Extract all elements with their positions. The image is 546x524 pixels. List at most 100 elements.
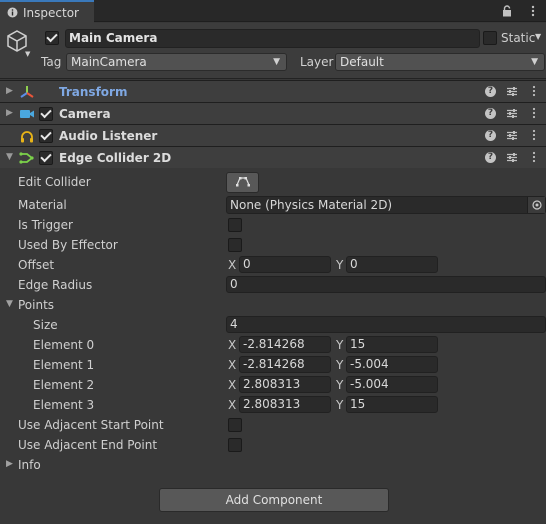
element-x-field[interactable]: -2.814268	[239, 356, 331, 373]
tag-dropdown[interactable]: MainCamera ▼	[66, 53, 287, 71]
component-camera[interactable]: ▶ Camera ?	[0, 102, 546, 124]
help-icon[interactable]: ?	[485, 85, 496, 97]
element-y-field[interactable]: 15	[346, 336, 438, 353]
material-object-field[interactable]: None (Physics Material 2D)	[226, 196, 546, 214]
size-row: Size 4	[0, 315, 546, 335]
component-title: Audio Listener	[59, 129, 158, 143]
element-x-field[interactable]: 2.808313	[239, 376, 331, 393]
presets-icon[interactable]	[506, 84, 518, 98]
adjacent-start-label: Use Adjacent Start Point	[18, 418, 164, 432]
foldout-expanded-icon[interactable]: ▼	[6, 152, 13, 162]
adjacent-end-label: Use Adjacent End Point	[18, 438, 158, 452]
foldout-collapsed-icon[interactable]: ▶	[6, 459, 13, 469]
component-title: Transform	[59, 85, 128, 99]
edge-collider-enabled-checkbox[interactable]	[39, 151, 53, 165]
y-axis-label: Y	[336, 258, 344, 272]
used-by-effector-label: Used By Effector	[18, 238, 118, 252]
kebab-menu-icon[interactable]	[528, 128, 540, 142]
element-y-field[interactable]: 15	[346, 396, 438, 413]
foldout-collapsed-icon[interactable]: ▶	[6, 108, 13, 118]
edge-radius-label: Edge Radius	[18, 278, 93, 292]
layer-value: Default	[340, 55, 384, 69]
kebab-menu-icon[interactable]	[526, 3, 540, 19]
camera-icon	[19, 107, 35, 121]
element-y-field[interactable]: -5.004	[346, 356, 438, 373]
y-axis-label: Y	[336, 398, 344, 412]
presets-icon[interactable]	[506, 150, 518, 164]
presets-icon[interactable]	[506, 106, 518, 120]
element-label: Element 2	[33, 378, 95, 392]
edge-collider-icon	[19, 151, 35, 165]
lock-icon[interactable]	[500, 3, 514, 19]
material-label: Material	[18, 198, 67, 212]
tab-title: Inspector	[23, 5, 79, 20]
info-foldout[interactable]: ▶ Info	[0, 455, 546, 475]
y-axis-label: Y	[336, 378, 344, 392]
element-row: Element 2 X 2.808313 Y -5.004	[0, 375, 546, 395]
adjacent-end-row: Use Adjacent End Point	[0, 435, 546, 455]
element-row: Element 0 X -2.814268 Y 15	[0, 335, 546, 355]
element-label: Element 0	[33, 338, 95, 352]
kebab-menu-icon[interactable]	[528, 84, 540, 98]
layer-dropdown[interactable]: Default ▼	[335, 53, 545, 71]
kebab-menu-icon[interactable]	[528, 150, 540, 164]
object-picker-icon[interactable]	[527, 197, 545, 213]
headphones-icon	[19, 129, 35, 143]
offset-row: Offset X 0 Y 0	[0, 255, 546, 275]
size-label: Size	[33, 318, 58, 332]
component-transform[interactable]: ▶ Transform ?	[0, 80, 546, 102]
y-axis-label: Y	[336, 338, 344, 352]
foldout-expanded-icon[interactable]: ▼	[6, 299, 13, 309]
element-x-field[interactable]: 2.808313	[239, 396, 331, 413]
tab-inspector[interactable]: Inspector	[0, 0, 94, 23]
tag-label: Tag	[41, 55, 62, 69]
x-axis-label: X	[228, 358, 237, 372]
element-label: Element 3	[33, 398, 95, 412]
camera-enabled-checkbox[interactable]	[39, 107, 53, 121]
active-checkbox[interactable]	[45, 31, 59, 45]
presets-icon[interactable]	[506, 128, 518, 142]
component-audio-listener[interactable]: Audio Listener ?	[0, 124, 546, 146]
edge-radius-row: Edge Radius 0	[0, 275, 546, 295]
element-label: Element 1	[33, 358, 95, 372]
chevron-down-icon: ▼	[531, 57, 538, 67]
info-label: Info	[18, 458, 41, 472]
component-edge-collider-2d[interactable]: ▼ Edge Collider 2D ?	[0, 146, 546, 168]
static-checkbox[interactable]	[483, 31, 497, 45]
is-trigger-checkbox[interactable]	[228, 218, 242, 232]
edge-radius-field[interactable]: 0	[226, 276, 546, 293]
adjacent-start-checkbox[interactable]	[228, 418, 242, 432]
offset-y-field[interactable]: 0	[346, 256, 438, 273]
icon-dropdown-caret-icon[interactable]: ▼	[25, 50, 30, 58]
foldout-collapsed-icon[interactable]: ▶	[6, 86, 13, 96]
used-by-effector-checkbox[interactable]	[228, 238, 242, 252]
static-label: Static	[501, 31, 536, 45]
size-field[interactable]: 4	[226, 316, 546, 333]
element-row: Element 1 X -2.814268 Y -5.004	[0, 355, 546, 375]
gameobject-name-field[interactable]: Main Camera	[65, 29, 480, 48]
edit-collider-label: Edit Collider	[18, 175, 91, 189]
element-y-field[interactable]: -5.004	[346, 376, 438, 393]
audio-listener-enabled-checkbox[interactable]	[39, 129, 53, 143]
edit-collider-button[interactable]	[226, 172, 259, 193]
edit-collider-icon	[235, 175, 251, 190]
x-axis-label: X	[228, 258, 237, 272]
layer-label: Layer	[300, 55, 334, 69]
points-foldout[interactable]: ▼ Points	[0, 295, 546, 315]
element-x-field[interactable]: -2.814268	[239, 336, 331, 353]
element-row: Element 3 X 2.808313 Y 15	[0, 395, 546, 415]
help-icon[interactable]: ?	[485, 151, 496, 163]
help-icon[interactable]: ?	[485, 107, 496, 119]
offset-x-field[interactable]: 0	[239, 256, 331, 273]
adjacent-end-checkbox[interactable]	[228, 438, 242, 452]
component-title: Edge Collider 2D	[59, 151, 172, 165]
material-value: None (Physics Material 2D)	[230, 198, 393, 212]
is-trigger-label: Is Trigger	[18, 218, 73, 232]
kebab-menu-icon[interactable]	[528, 106, 540, 120]
help-icon[interactable]: ?	[485, 129, 496, 141]
offset-label: Offset	[18, 258, 55, 272]
add-component-button[interactable]: Add Component	[159, 488, 389, 512]
static-dropdown-caret-icon[interactable]: ▼	[535, 32, 541, 41]
transform-icon	[19, 85, 35, 99]
chevron-down-icon: ▼	[273, 57, 280, 67]
